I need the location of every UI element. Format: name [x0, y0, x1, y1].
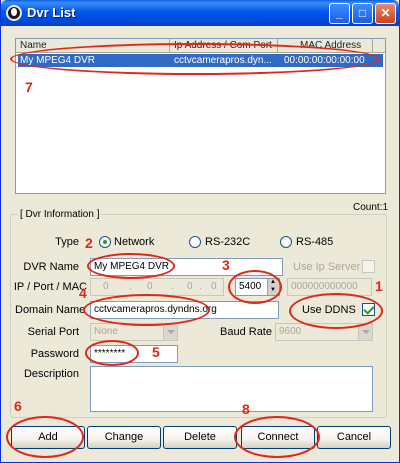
annotation-5: 5	[152, 344, 160, 360]
password-label: Password	[30, 348, 79, 360]
serial-port-label: Serial Port	[27, 326, 79, 338]
description-field[interactable]	[90, 366, 373, 412]
dvr-list-view[interactable]: Name Ip Address / Com Port MAC Address M…	[15, 38, 386, 194]
domain-name-field[interactable]: cctvcamerapros.dyndns.org	[90, 301, 279, 319]
title-bar[interactable]: Dvr List _ □ ✕	[1, 0, 399, 26]
radio-network[interactable]	[99, 236, 111, 248]
ip-dot-1: .	[129, 281, 132, 292]
dvr-list-window: Dvr List _ □ ✕ Name Ip Address / Com Por…	[0, 0, 400, 463]
column-header-ip[interactable]: Ip Address / Com Port	[170, 39, 278, 53]
annotation-8: 8	[242, 401, 250, 417]
serial-port-select[interactable]: None	[90, 323, 178, 341]
annotation-4: 4	[79, 285, 87, 301]
ip-dot-2: .	[171, 281, 174, 292]
dvr-name-label: DVR Name	[23, 261, 79, 273]
radio-rs485[interactable]	[280, 236, 292, 248]
radio-rs232c[interactable]	[189, 236, 201, 248]
chevron-down-icon[interactable]	[163, 324, 177, 340]
description-label: Description	[23, 368, 79, 380]
annotation-7: 7	[25, 79, 33, 95]
use-ip-server-label: Use Ip Server	[293, 261, 361, 273]
radio-rs232c-label[interactable]: RS-232C	[205, 236, 250, 248]
radio-network-label[interactable]: Network	[114, 236, 154, 248]
annotation-1: 1	[375, 278, 383, 294]
delete-button[interactable]: Delete	[163, 426, 237, 449]
use-ip-server-checkbox[interactable]	[362, 260, 375, 273]
list-header: Name Ip Address / Com Port MAC Address	[16, 39, 385, 53]
list-row[interactable]: My MPEG4 DVR cctvcamerapros.dyn... 00:00…	[18, 54, 383, 67]
use-ddns-checkbox[interactable]	[362, 303, 375, 316]
password-field[interactable]: ********	[90, 345, 178, 363]
minimize-button[interactable]: _	[329, 3, 350, 24]
radio-rs485-label[interactable]: RS-485	[296, 236, 333, 248]
dvr-name-field[interactable]: My MPEG4 DVR	[90, 258, 283, 276]
baud-rate-label: Baud Rate	[220, 326, 272, 338]
ip-address-field[interactable]: 0 . 0 . 0 . 0	[90, 278, 224, 296]
baud-rate-select[interactable]: 9600	[275, 323, 373, 341]
ip-octet-1: 0	[103, 281, 109, 292]
row-mac: 00:00:00:00:00:00	[284, 55, 365, 66]
window-title: Dvr List	[27, 5, 76, 20]
column-header-name[interactable]: Name	[16, 39, 170, 53]
port-value: 5400	[239, 281, 262, 292]
change-button[interactable]: Change	[87, 426, 161, 449]
add-button[interactable]: Add	[11, 426, 85, 449]
annotation-2: 2	[85, 235, 93, 251]
use-ddns-label: Use DDNS	[302, 304, 356, 316]
cancel-button[interactable]: Cancel	[317, 426, 391, 449]
baud-rate-value: 9600	[279, 326, 302, 337]
count-label: Count:1	[353, 202, 389, 213]
ip-octet-3: 0	[187, 281, 193, 292]
serial-port-value: None	[94, 326, 118, 337]
annotation-6: 6	[14, 398, 22, 414]
ip-dot-3: .	[199, 281, 202, 292]
maximize-button[interactable]: □	[352, 3, 373, 24]
port-spinner[interactable]	[267, 279, 279, 295]
row-ip: cctvcamerapros.dyn...	[174, 55, 272, 66]
group-title: [ Dvr Information ]	[18, 209, 102, 220]
chevron-down-icon[interactable]	[358, 324, 372, 340]
annotation-3: 3	[222, 257, 230, 273]
column-header-mac[interactable]: MAC Address	[278, 39, 373, 53]
row-name: My MPEG4 DVR	[20, 55, 96, 66]
app-icon	[6, 5, 22, 21]
ip-port-mac-label: IP / Port / MAC	[13, 281, 87, 293]
ip-octet-2: 0	[147, 281, 153, 292]
domain-name-label: Domain Name	[15, 304, 86, 316]
ip-octet-4: 0	[211, 281, 217, 292]
type-label: Type	[55, 236, 79, 248]
connect-button[interactable]: Connect	[241, 426, 315, 449]
port-field[interactable]: 5400	[235, 278, 280, 296]
mac-field[interactable]: 000000000000	[287, 278, 372, 296]
close-button[interactable]: ✕	[375, 3, 396, 24]
